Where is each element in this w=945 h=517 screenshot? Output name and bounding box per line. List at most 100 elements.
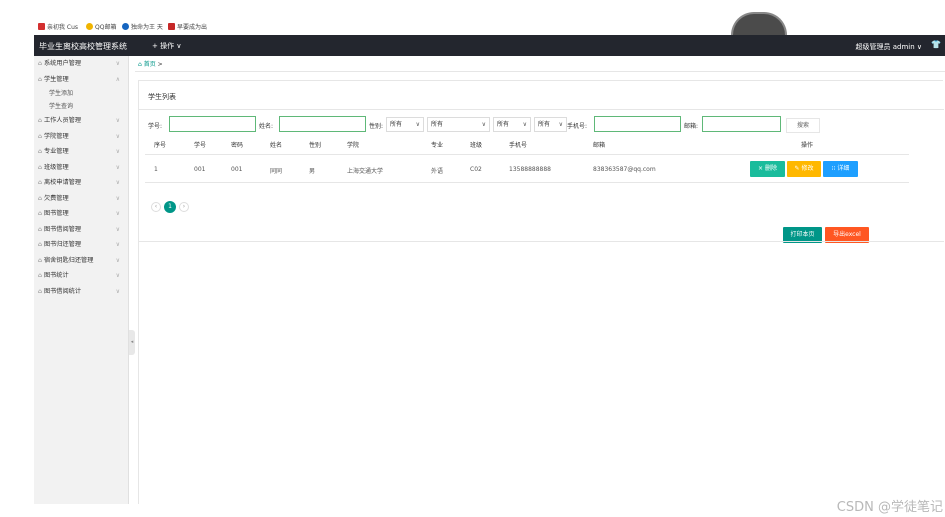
college-select-value: 所有 — [538, 121, 551, 128]
sidebar-item-colleges[interactable]: ⌂ 学院管理 ∨ — [34, 129, 128, 145]
gender-label: 性别: — [369, 123, 384, 130]
sidebar-item-borrow-stats[interactable]: ⌂ 图书借阅统计 ∨ — [34, 284, 128, 300]
chevron-down-icon: ∨ — [522, 121, 527, 128]
breadcrumb-home[interactable]: 首页 — [144, 61, 156, 68]
table-cell: 1 — [154, 166, 158, 173]
chevron-down-icon: ∨ — [415, 121, 420, 128]
phone-input[interactable] — [594, 116, 681, 132]
operations-menu[interactable]: + 操作 ∨ — [152, 41, 181, 51]
chevron-down-icon: ∨ — [115, 287, 120, 295]
bookmark-label: 早要成为出 — [177, 24, 208, 31]
table-row-divider — [145, 182, 909, 183]
college-select[interactable]: 所有 ∨ — [534, 117, 567, 132]
pagination: ‹ 1 › — [151, 201, 189, 213]
bookmark-item[interactable]: QQ邮箱 — [86, 22, 116, 31]
sidebar-item-system-users[interactable]: ⌂ 系统用户管理 ∨ — [34, 56, 128, 72]
chevron-down-icon: ∨ — [115, 210, 120, 217]
sidebar-item-leave-applications[interactable]: ⌂ 离校申请管理 ∨ — [34, 175, 128, 191]
table-cell: 同同 — [270, 168, 283, 175]
menu-icon: ⌂ — [38, 117, 42, 124]
sidebar: ⌂ 系统用户管理 ∨ ⌂ 学生管理 ∧ 学生添加 学生查询 ⌂ 工作人员管理 ∨ ⌂ 学院管理… — [34, 56, 129, 504]
class-select-value: 所有 — [497, 121, 510, 128]
sidebar-subitem-query-student[interactable]: 学生查询 — [34, 100, 128, 113]
column-header: 邮箱 — [593, 142, 606, 149]
bookmark-item[interactable]: 独命为王 天 — [122, 22, 163, 31]
system-title: 毕业生离校高校管理系统 — [39, 42, 127, 51]
major-select[interactable]: 所有 ∨ — [427, 117, 490, 132]
sidebar-item-label: 宿舍钥匙归还管理 — [43, 256, 94, 264]
column-header: 手机号 — [509, 142, 528, 149]
column-header: 密码 — [231, 142, 244, 149]
sidebar-item-book-stats[interactable]: ⌂ 图书统计 ∨ — [34, 268, 128, 284]
prev-page-button[interactable]: ‹ — [151, 202, 161, 212]
table-cell: 外语 — [431, 168, 444, 175]
sidebar-item-students[interactable]: ⌂ 学生管理 ∧ — [34, 72, 128, 88]
page-1-button[interactable]: 1 — [164, 201, 176, 213]
menu-icon: ⌂ — [38, 163, 42, 171]
shirt-icon[interactable]: 👕 — [931, 40, 941, 49]
sidebar-item-label: 班级管理 — [43, 163, 69, 171]
phone-label: 手机号: — [567, 123, 588, 130]
sidebar-item-majors[interactable]: ⌂ 专业管理 ∨ — [34, 144, 128, 160]
bookmark-item[interactable]: 早要成为出 — [168, 22, 207, 31]
menu-icon: ⌂ — [38, 210, 42, 217]
c-logo-icon — [38, 23, 45, 30]
column-header: 学院 — [347, 142, 360, 149]
column-header: 序号 — [154, 142, 167, 149]
sidebar-subitem-add-student[interactable]: 学生添加 — [34, 87, 128, 100]
delete-button[interactable]: × 删除 — [750, 161, 785, 177]
sidebar-item-label: 学院管理 — [43, 132, 69, 140]
chevron-down-icon: ∨ — [115, 179, 120, 186]
menu-icon: ⌂ — [38, 194, 42, 202]
column-header: 姓名 — [270, 142, 283, 149]
sidebar-item-label: 图书管理 — [43, 210, 69, 217]
table-cell: 838363587@qq.com — [593, 166, 656, 173]
sidebar-item-book-return[interactable]: ⌂ 图书归还管理 ∨ — [34, 237, 128, 253]
sidebar-item-label: 专业管理 — [43, 148, 69, 155]
sidebar-item-classes[interactable]: ⌂ 班级管理 ∨ — [34, 160, 128, 176]
menu-icon: ⌂ — [38, 179, 42, 186]
student-list-panel: 学生列表 学号: 姓名: 性别: 所有 ∨ 所有 ∨ 所有 ∨ 所有 ∨ 手机号: 邮箱… — [138, 80, 944, 504]
chevron-down-icon: ∨ — [115, 194, 120, 202]
bookmark-label: 亲初我 Cus — [47, 24, 79, 31]
sidebar-item-books[interactable]: ⌂ 图书管理 ∨ — [34, 206, 128, 222]
breadcrumb-separator: > — [157, 61, 163, 68]
breadcrumb: ⌂ 首页 > — [138, 59, 163, 68]
sidebar-item-label: 离校申请管理 — [43, 179, 82, 186]
column-header: 专业 — [431, 142, 444, 149]
sidebar-item-label: 图书归还管理 — [43, 241, 82, 248]
next-page-button[interactable]: › — [179, 202, 189, 212]
gender-select[interactable]: 所有 ∨ — [386, 117, 424, 132]
email-label: 邮箱: — [684, 123, 699, 130]
browser-avatar[interactable] — [731, 12, 787, 35]
chevron-down-icon: ∨ — [115, 148, 120, 155]
chevron-down-icon: ∨ — [115, 132, 120, 140]
column-header: 学号 — [194, 142, 207, 149]
table-cell: 13588888888 — [509, 166, 551, 173]
panel-bottom-divider — [139, 241, 944, 242]
student-no-input[interactable] — [169, 116, 256, 132]
table-cell: 001 — [194, 166, 206, 173]
bookmark-label: 独命为王 天 — [131, 24, 163, 31]
name-input[interactable] — [279, 116, 366, 132]
user-menu[interactable]: 超级管理员 admin ∨ — [855, 42, 922, 52]
gender-select-value: 所有 — [390, 121, 403, 128]
column-header: 性别 — [309, 142, 322, 149]
main-content: ⌂ 首页 > 学生列表 学号: 姓名: 性别: 所有 ∨ 所有 ∨ 所有 ∨ 所有 ∨ … — [135, 56, 945, 504]
chevron-down-icon: ∨ — [481, 121, 486, 128]
bookmark-item[interactable]: 亲初我 Cus — [38, 22, 78, 31]
edit-button[interactable]: ✎ 修改 — [787, 161, 821, 177]
detail-button[interactable]: ⁝⁝ 详细 — [823, 161, 858, 177]
m-logo-icon — [168, 23, 175, 30]
search-button[interactable]: 搜索 — [786, 118, 820, 133]
menu-icon: ⌂ — [38, 225, 42, 233]
panel-divider — [139, 109, 944, 110]
sidebar-item-staff[interactable]: ⌂ 工作人员管理 ∨ — [34, 113, 128, 129]
sidebar-item-dorm-keys[interactable]: ⌂ 宿舍钥匙归还管理 ∨ — [34, 253, 128, 269]
class-select[interactable]: 所有 ∨ — [493, 117, 531, 132]
sidebar-item-book-borrow[interactable]: ⌂ 图书借阅管理 ∨ — [34, 222, 128, 238]
sidebar-item-arrears[interactable]: ⌂ 欠费管理 ∨ — [34, 191, 128, 207]
chevron-down-icon: ∨ — [115, 256, 120, 264]
email-input[interactable] — [702, 116, 781, 132]
menu-icon: ⌂ — [38, 272, 42, 279]
